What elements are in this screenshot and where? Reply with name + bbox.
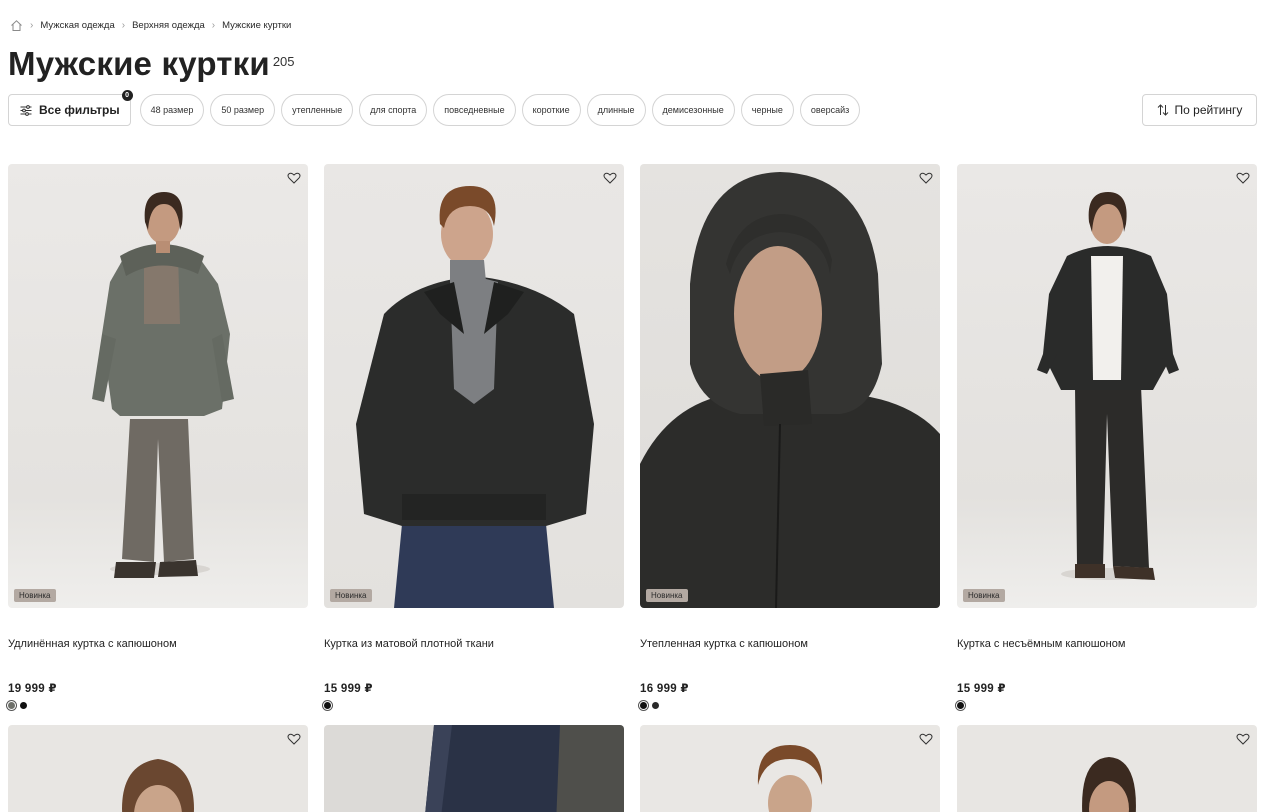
all-filters-button[interactable]: Все фильтры 0 — [8, 90, 133, 126]
model-figure-image — [92, 192, 234, 578]
sliders-icon — [20, 104, 32, 116]
heart-icon[interactable] — [287, 732, 301, 746]
filter-count-badge: 0 — [121, 90, 133, 101]
color-swatches — [8, 702, 308, 709]
product-price: 15 999 ₽ — [324, 683, 373, 695]
new-badge: Новинка — [330, 589, 372, 602]
home-icon[interactable] — [9, 18, 23, 32]
product-card[interactable] — [957, 725, 1257, 812]
new-badge: Новинка — [646, 589, 688, 602]
color-swatch[interactable] — [640, 702, 647, 709]
new-badge: Новинка — [14, 589, 56, 602]
product-price: 16 999 ₽ — [640, 683, 689, 695]
heart-icon[interactable] — [1236, 732, 1250, 746]
heart-icon[interactable] — [1236, 171, 1250, 185]
product-photo[interactable] — [324, 725, 624, 812]
breadcrumb-link-outerwear[interactable]: Верхняя одежда — [132, 20, 205, 31]
product-photo[interactable]: Новинка — [324, 164, 624, 608]
page-title-block: Мужские куртки 205 — [8, 44, 295, 84]
color-swatch[interactable] — [957, 702, 964, 709]
filter-chip-short[interactable]: короткие — [521, 94, 581, 126]
color-swatches — [957, 702, 1257, 709]
sort-button[interactable]: По рейтингу — [1142, 94, 1257, 126]
chevron-right-icon: › — [211, 19, 216, 31]
model-figure-image — [1037, 192, 1179, 580]
color-swatch[interactable] — [324, 702, 331, 709]
product-photo[interactable] — [640, 725, 940, 812]
product-name[interactable]: Удлинённая куртка с капюшоном — [8, 638, 308, 652]
filter-chip-demiseason[interactable]: демисезонные — [651, 94, 735, 126]
filter-chip-black[interactable]: черные — [740, 94, 794, 126]
product-card[interactable] — [640, 725, 940, 812]
sort-arrows-icon — [1157, 104, 1168, 116]
color-swatch[interactable] — [652, 702, 659, 709]
product-photo[interactable]: Новинка — [640, 164, 940, 608]
chevron-right-icon: › — [121, 19, 126, 31]
product-name[interactable]: Куртка с несъёмным капюшоном — [957, 638, 1257, 652]
filter-chip-sport[interactable]: для спорта — [359, 94, 428, 126]
model-figure-image — [757, 745, 823, 812]
product-card[interactable]: Новинка Удлинённая куртка с капюшоном 19… — [8, 164, 308, 709]
heart-icon[interactable] — [919, 171, 933, 185]
model-figure-image — [640, 172, 940, 608]
color-swatch[interactable] — [8, 702, 15, 709]
model-figure-image — [356, 186, 594, 608]
product-photo[interactable]: Новинка — [957, 164, 1257, 608]
product-photo[interactable]: Новинка — [8, 164, 308, 608]
color-swatch[interactable] — [20, 702, 27, 709]
heart-icon[interactable] — [919, 732, 933, 746]
product-card[interactable]: Новинка Утепленная куртка с капюшоном 16… — [640, 164, 940, 709]
product-price: 19 999 ₽ — [8, 683, 57, 695]
product-count: 205 — [272, 54, 295, 69]
breadcrumb: › Мужская одежда › Верхняя одежда › Мужс… — [9, 17, 291, 33]
filter-chip-casual[interactable]: повседневные — [433, 94, 516, 126]
sort-label: По рейтингу — [1174, 103, 1243, 117]
page-title: Мужские куртки — [8, 45, 270, 82]
chevron-right-icon: › — [30, 19, 34, 31]
product-name[interactable]: Утепленная куртка с капюшоном — [640, 638, 940, 652]
filter-chip-size-50[interactable]: 50 размер — [210, 94, 276, 126]
product-card[interactable]: Новинка Куртка с несъёмным капюшоном 15 … — [957, 164, 1257, 709]
jacket-detail-image — [425, 725, 624, 812]
heart-icon[interactable] — [287, 171, 301, 185]
heart-icon[interactable] — [603, 171, 617, 185]
product-photo[interactable] — [957, 725, 1257, 812]
filter-chip-long[interactable]: длинные — [586, 94, 646, 126]
product-photo[interactable] — [8, 725, 308, 812]
new-badge: Новинка — [963, 589, 1005, 602]
filter-chip-oversize[interactable]: оверсайз — [799, 94, 861, 126]
all-filters-label: Все фильтры — [39, 103, 120, 117]
product-price: 15 999 ₽ — [957, 683, 1006, 695]
filter-chip-size-48[interactable]: 48 размер — [139, 94, 205, 126]
model-figure-image — [1082, 757, 1136, 812]
product-name[interactable]: Куртка из матовой плотной ткани — [324, 638, 624, 652]
product-card[interactable]: Новинка Куртка из матовой плотной ткани … — [324, 164, 624, 709]
color-swatches — [640, 702, 940, 709]
color-swatches — [324, 702, 624, 709]
product-card[interactable] — [8, 725, 308, 812]
filter-bar: Все фильтры 0 48 размер 50 размер утепле… — [8, 90, 861, 126]
breadcrumb-current: Мужские куртки — [222, 19, 292, 31]
model-figure-image — [122, 759, 194, 812]
breadcrumb-link-mens-clothing[interactable]: Мужская одежда — [40, 20, 114, 31]
filter-chip-insulated[interactable]: утепленные — [281, 94, 354, 126]
product-card[interactable] — [324, 725, 624, 812]
